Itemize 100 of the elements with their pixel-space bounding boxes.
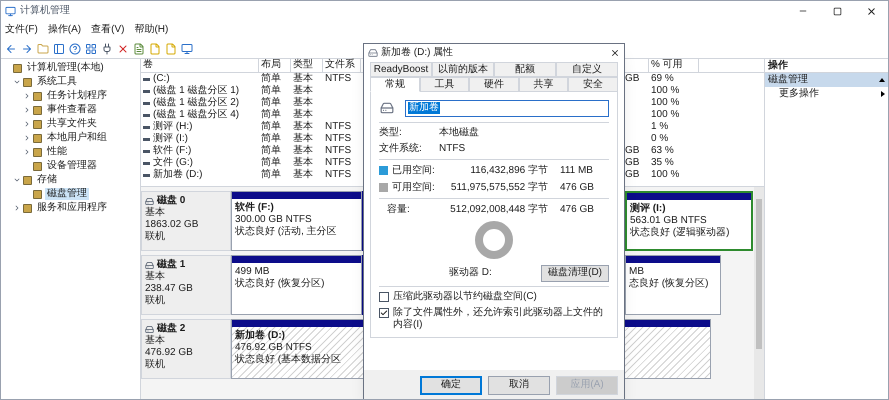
table-cell: (C:) [153, 73, 170, 85]
tree-item[interactable]: 系统工具 [35, 76, 79, 88]
actions-section-header[interactable]: 磁盘管理 [765, 73, 888, 87]
tree-item[interactable]: 设备管理器 [45, 160, 99, 172]
partition-block[interactable]: 测评 (I:) 563.01 GB NTFS 状态良好 (逻辑驱动器) [625, 191, 753, 251]
tree-item[interactable]: 事件查看器 [45, 104, 99, 116]
drive-icon [379, 101, 395, 115]
column-header[interactable]: 卷 [143, 59, 153, 70]
table-cell: 测评 (I:) [153, 133, 188, 145]
dialog-tab[interactable]: 安全 [568, 77, 618, 92]
table-cell-text: 基本 [293, 133, 313, 144]
plug-icon[interactable] [101, 42, 113, 54]
space-size: 111 MB [560, 164, 593, 176]
help-icon[interactable] [69, 42, 81, 54]
dialog-tab[interactable]: 自定义 [556, 62, 618, 77]
close-icon[interactable] [610, 48, 620, 58]
table-cell: 基本 [293, 169, 313, 181]
table-cell-text: 简单 [261, 133, 281, 144]
table-cell-text: 简单 [261, 97, 281, 108]
disk-type: 基本 [145, 271, 166, 283]
tree-item[interactable]: 任务计划程序 [45, 90, 109, 102]
menu-item[interactable]: 帮助(H) [134, 24, 168, 36]
table-cell: 35 % [651, 157, 674, 169]
back-arrow-icon[interactable] [5, 42, 17, 54]
column-header[interactable]: 文件系 [325, 59, 355, 70]
action-item[interactable]: 更多操作 [765, 87, 888, 101]
table-cell: NTFS [325, 145, 352, 157]
partition-detail: 状态良好 (基本数据分区 [235, 354, 342, 366]
tree-node-icon [33, 190, 42, 198]
disk-cleanup-button[interactable]: 磁盘清理(D) [541, 264, 609, 282]
partition-detail: 状态良好 (恢复分区) [235, 278, 326, 290]
menu-item[interactable]: 操作(A) [48, 24, 82, 36]
tree-node-icon [33, 148, 42, 156]
tree-node-icon [23, 176, 32, 184]
tree-item[interactable]: 计算机管理(本地) [25, 62, 106, 74]
table-cell-text: 简单 [261, 73, 281, 84]
volume-icon [143, 102, 150, 104]
checkbox[interactable] [379, 308, 389, 318]
tree-item[interactable]: 本地用户和组 [45, 132, 109, 144]
table-cell-text: 文件 (G:) [153, 157, 193, 168]
disk-status: 联机 [145, 359, 166, 371]
volume-icon [143, 162, 150, 164]
partition-block[interactable]: 499 MB 状态良好 (恢复分区) [231, 255, 362, 315]
document-icon[interactable] [133, 42, 145, 54]
table-cell: GB [625, 145, 640, 157]
checkbox[interactable] [379, 292, 389, 302]
menu-item[interactable]: 文件(F) [5, 24, 38, 36]
volume-icon [143, 126, 150, 128]
tree-item[interactable]: 磁盘管理 [45, 188, 89, 200]
disk-status: 联机 [145, 295, 166, 307]
dialog-tab[interactable]: 共享 [518, 77, 568, 92]
disk-name: 磁盘 1 [157, 259, 186, 270]
tree-item[interactable]: 服务和应用程序 [35, 202, 109, 214]
panel-icon[interactable] [53, 42, 65, 54]
tree-item[interactable]: 性能 [45, 146, 69, 158]
dialog-tab[interactable]: 工具 [420, 77, 470, 92]
submenu-arrow-icon [881, 91, 885, 97]
forward-arrow-icon[interactable] [21, 42, 33, 54]
table-cell-text: 基本 [293, 85, 313, 96]
partition-block[interactable]: MB 态良好 (恢复分区) [625, 255, 721, 315]
dialog-tab[interactable]: 配额 [494, 62, 556, 77]
partition-block[interactable]: 软件 (F:) 300.00 GB NTFS 状态良好 (活动, 主分区 [231, 191, 362, 251]
tree-item[interactable]: 共享文件夹 [45, 118, 99, 130]
menu-item[interactable]: 查看(V) [91, 24, 124, 36]
disk-status: 联机 [145, 231, 166, 243]
app-icon [5, 6, 16, 16]
capacity-bytes: 512,092,008,448 字节 [449, 204, 548, 216]
dialog-button[interactable]: 取消 [488, 376, 550, 394]
partition-name: 软件 (F:) [235, 202, 275, 214]
disk-type: 基本 [145, 335, 166, 347]
dialog-button[interactable]: 确定 [420, 376, 482, 394]
partition-detail: 476.92 GB NTFS [235, 342, 313, 354]
space-bytes: 511,975,575,552 字节 [450, 182, 548, 194]
capacity-label: 容量: [386, 204, 411, 216]
property-label: 类型: [379, 127, 403, 139]
partition-name: 新加卷 (D:) [235, 330, 286, 342]
table-cell: 100 % [651, 97, 680, 109]
column-header[interactable]: 布局 [261, 59, 281, 70]
dialog-tab[interactable]: 硬件 [469, 77, 519, 92]
checkbox-label: 除了文件属性外，还允许索引此驱动器上文件的内容(I) [393, 307, 604, 331]
window-title: 计算机管理 [20, 5, 70, 17]
volume-icon [143, 150, 150, 152]
column-header[interactable]: % 可用 [651, 59, 683, 70]
scroll-bar[interactable] [754, 187, 764, 399]
grid-icon[interactable] [85, 42, 97, 54]
table-cell: 69 % [651, 73, 674, 85]
table-cell: GB [625, 73, 640, 85]
column-header[interactable]: 类型 [293, 59, 313, 70]
table-cell: NTFS [325, 73, 352, 85]
dialog-tab[interactable]: ReadyBoost [370, 62, 432, 77]
monitor-icon[interactable] [181, 42, 193, 54]
dialog-tab[interactable]: 常规 [370, 77, 420, 92]
dialog-tab[interactable]: 以前的版本 [432, 62, 494, 77]
table-cell: GB [625, 157, 640, 169]
partition-detail: 态良好 (恢复分区) [629, 278, 710, 290]
delete-icon[interactable] [117, 42, 129, 54]
tree-item[interactable]: 存储 [35, 174, 59, 186]
drive-name-field[interactable]: 新加卷 [405, 100, 609, 116]
table-cell: NTFS [325, 169, 352, 181]
disk-size: 476.92 GB [145, 347, 194, 358]
